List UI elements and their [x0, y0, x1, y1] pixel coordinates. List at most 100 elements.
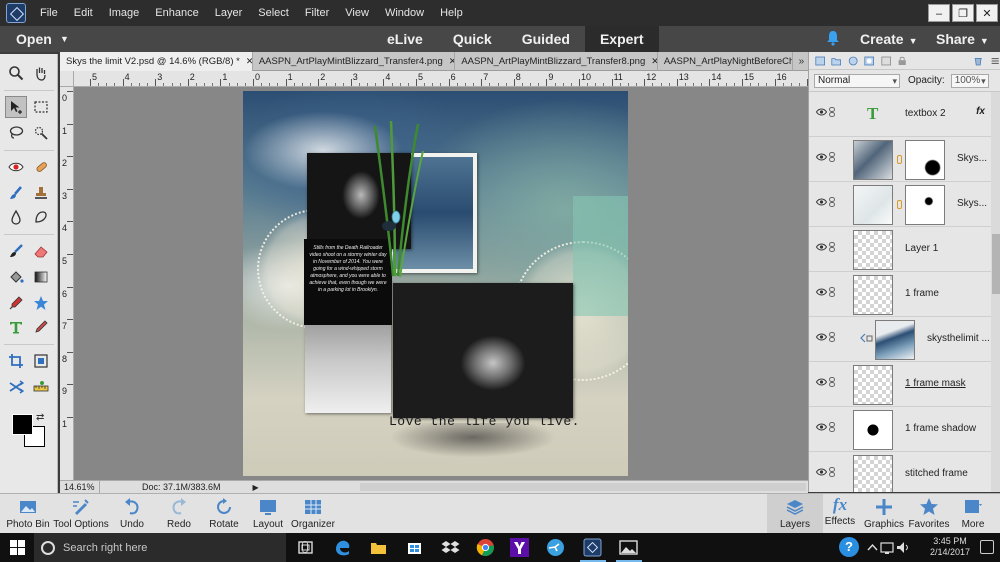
horizontal-scrollbar[interactable] — [360, 483, 806, 491]
layer-mask-icon[interactable] — [864, 55, 875, 67]
foreground-color-swatch[interactable] — [12, 414, 33, 435]
minimize-icon[interactable]: – — [928, 4, 950, 22]
layer-row-skysthelimit[interactable]: skysthelimit ... — [809, 317, 991, 362]
layer-row-textbox-2[interactable]: T textbox 2 fx — [809, 92, 991, 137]
pencil-tool-icon[interactable] — [30, 316, 52, 338]
layer-row-skys-1[interactable]: Skys... — [809, 137, 991, 182]
brush-tool-icon[interactable] — [5, 240, 27, 262]
layers-scrollbar[interactable] — [991, 92, 1000, 492]
menu-layer[interactable]: Layer — [207, 0, 251, 26]
panel-menu-icon[interactable] — [990, 55, 1000, 67]
mask-thumbnail[interactable] — [905, 185, 945, 225]
visibility-eye-icon[interactable] — [816, 198, 827, 206]
content-aware-move-icon[interactable] — [5, 376, 27, 398]
visibility-eye-icon[interactable] — [816, 423, 827, 431]
network-icon[interactable] — [880, 538, 894, 557]
straighten-tool-icon[interactable] — [30, 376, 52, 398]
swap-colors-icon[interactable]: ⇄ — [36, 412, 44, 423]
layer-style-badge[interactable]: fx — [976, 106, 985, 117]
menu-help[interactable]: Help — [432, 0, 471, 26]
visibility-eye-icon[interactable] — [816, 243, 827, 251]
layer-row-stitched-frame[interactable]: stitched frame — [809, 452, 991, 492]
eraser-tool-icon[interactable] — [30, 240, 52, 262]
red-eye-tool-icon[interactable] — [5, 156, 27, 178]
visibility-eye-icon[interactable] — [816, 108, 827, 116]
mask-thumbnail[interactable] — [905, 140, 945, 180]
scrapbook-artwork[interactable]: Stills from the Death Railroader video s… — [243, 91, 628, 476]
smart-brush-icon[interactable] — [5, 182, 27, 204]
zoom-readout[interactable]: 14.61% — [60, 481, 100, 493]
chrome-icon[interactable] — [476, 538, 495, 557]
tab-guided[interactable]: Guided — [507, 26, 585, 52]
more-button[interactable]: More — [945, 494, 1000, 534]
visibility-eye-icon[interactable] — [816, 153, 827, 161]
tool-options-button[interactable]: Tool Options — [52, 494, 110, 534]
tray-expand-icon[interactable] — [866, 538, 879, 557]
share-button[interactable]: Share ▼ — [936, 26, 989, 54]
menu-file[interactable]: File — [32, 0, 66, 26]
lasso-tool-icon[interactable] — [5, 122, 27, 144]
mask-link-icon[interactable] — [897, 200, 902, 209]
custom-shape-tool-icon[interactable] — [30, 292, 52, 314]
tab-quick[interactable]: Quick — [438, 26, 507, 52]
clone-stamp-icon[interactable] — [30, 182, 52, 204]
new-group-icon[interactable] — [831, 55, 842, 67]
scrollbar-thumb[interactable] — [992, 234, 1000, 294]
restore-icon[interactable]: ❐ — [952, 4, 974, 22]
bell-icon[interactable] — [826, 30, 840, 46]
task-view-icon[interactable] — [296, 538, 315, 557]
layer-row-1-frame-shadow[interactable]: 1 frame shadow — [809, 407, 991, 452]
lock-transparency-icon[interactable] — [880, 55, 891, 67]
photos-app-icon[interactable] — [619, 538, 638, 557]
marquee-tool-icon[interactable] — [30, 96, 52, 118]
menu-edit[interactable]: Edit — [66, 0, 101, 26]
visibility-eye-icon[interactable] — [816, 333, 827, 341]
create-button[interactable]: Create ▼ — [860, 26, 918, 54]
gradient-tool-icon[interactable] — [30, 266, 52, 288]
doc-tab-skys-the-limit[interactable]: Skys the limit V2.psd @ 14.6% (RGB/8) * ✕ — [60, 52, 253, 71]
quick-selection-tool-icon[interactable] — [30, 122, 52, 144]
menu-view[interactable]: View — [337, 0, 377, 26]
doc-tab-night-before[interactable]: AASPN_ArtPlayNightBeforeChris — [658, 52, 793, 71]
system-clock[interactable]: 3:45 PM 2/14/2017 — [930, 536, 970, 558]
menu-enhance[interactable]: Enhance — [147, 0, 206, 26]
spot-healing-brush-icon[interactable] — [30, 156, 52, 178]
dropbox-icon[interactable] — [441, 538, 460, 557]
photoshop-elements-task-icon[interactable] — [583, 538, 602, 557]
tab-elive[interactable]: eLive — [372, 26, 438, 52]
open-dropdown-icon[interactable]: ▼ — [60, 26, 69, 52]
layer-row-layer-1[interactable]: Layer 1 — [809, 227, 991, 272]
link-icon[interactable] — [829, 332, 835, 342]
link-icon[interactable] — [829, 107, 835, 117]
volume-icon[interactable] — [896, 538, 910, 557]
store-icon[interactable] — [405, 538, 424, 557]
layer-row-1-frame[interactable]: 1 frame — [809, 272, 991, 317]
opacity-input[interactable]: 100% — [950, 73, 989, 88]
blend-mode-select[interactable]: Normal — [814, 73, 900, 88]
layer-row-skys-2[interactable]: Skys... — [809, 182, 991, 227]
link-icon[interactable] — [829, 242, 835, 252]
close-icon[interactable]: ✕ — [976, 4, 998, 22]
menu-select[interactable]: Select — [250, 0, 297, 26]
paint-bucket-icon[interactable] — [5, 266, 27, 288]
link-icon[interactable] — [829, 377, 835, 387]
link-icon[interactable] — [829, 152, 835, 162]
recompose-tool-icon[interactable] — [30, 350, 52, 372]
visibility-eye-icon[interactable] — [816, 378, 827, 386]
cortana-search-box[interactable]: Search right here — [34, 533, 308, 562]
yahoo-icon[interactable] — [510, 538, 529, 557]
menu-window[interactable]: Window — [377, 0, 432, 26]
layer-row-1-frame-mask[interactable]: 1 frame mask — [809, 362, 991, 407]
action-center-icon[interactable] — [980, 540, 994, 554]
doc-tab-transfer4[interactable]: AASPN_ArtPlayMintBlizzard_Transfer4.png ✕ — [253, 52, 456, 71]
visibility-eye-icon[interactable] — [816, 468, 827, 476]
edge-browser-icon[interactable] — [333, 538, 352, 557]
hand-tool-icon[interactable] — [30, 62, 52, 84]
close-icon[interactable]: ✕ — [651, 56, 657, 66]
blur-tool-icon[interactable] — [5, 206, 27, 228]
menu-image[interactable]: Image — [101, 0, 148, 26]
link-icon[interactable] — [829, 422, 835, 432]
windows-start-icon[interactable] — [10, 540, 25, 555]
eyedropper-tool-icon[interactable] — [5, 292, 27, 314]
steam-icon[interactable] — [546, 538, 565, 557]
